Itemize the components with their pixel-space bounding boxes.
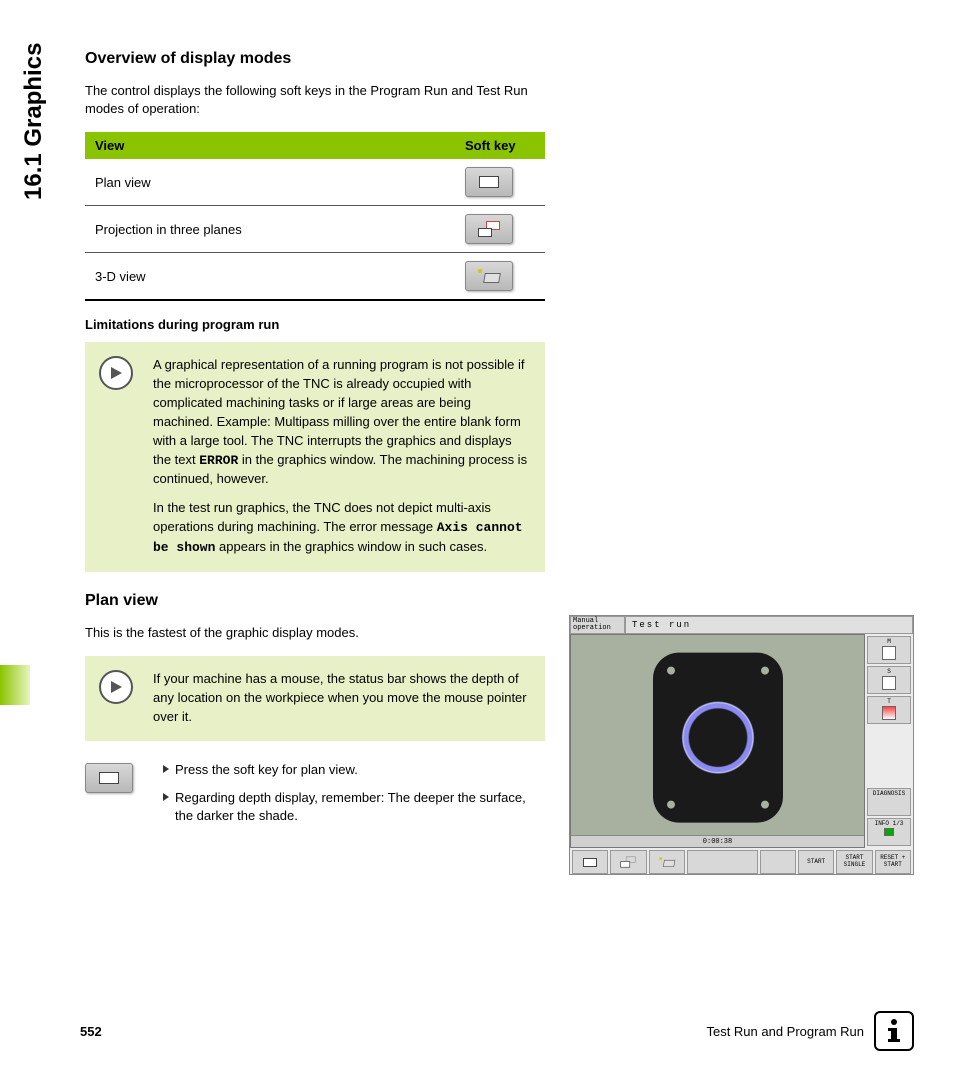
row-label: 3-D view: [85, 253, 455, 301]
scr-sk-3d[interactable]: [649, 850, 685, 874]
th-softkey: Soft key: [455, 132, 545, 159]
scr-info-button[interactable]: INFO 1/3: [867, 818, 911, 846]
page-edge-tab: [0, 665, 30, 705]
scr-diagnosis-button[interactable]: DIAGNOSIS: [867, 788, 911, 816]
scr-m-button[interactable]: M: [867, 636, 911, 664]
section-side-title: 16.1 Graphics: [20, 43, 48, 200]
softkey-projection[interactable]: [465, 214, 513, 244]
step-item: Regarding depth display, remember: The d…: [163, 789, 545, 825]
row-label: Projection in three planes: [85, 206, 455, 253]
overview-intro: The control displays the following soft …: [85, 82, 545, 118]
note-paragraph: A graphical representation of a running …: [153, 356, 529, 489]
page-number: 552: [80, 1024, 102, 1039]
table-row: Plan view: [85, 159, 545, 206]
note-arrow-icon: [99, 670, 133, 704]
scr-t-button[interactable]: T: [867, 696, 911, 724]
table-row: Projection in three planes: [85, 206, 545, 253]
scr-time: 0:00:38: [571, 835, 864, 847]
scr-sk-blank[interactable]: [760, 850, 796, 874]
scr-sk-reset-start[interactable]: RESET + START: [875, 850, 911, 874]
page-footer: 552 Test Run and Program Run: [80, 1011, 914, 1051]
heading-overview: Overview of display modes: [85, 50, 545, 68]
plan-view-intro: This is the fastest of the graphic displ…: [85, 624, 545, 642]
note-paragraph: In the test run graphics, the TNC does n…: [153, 499, 529, 558]
scr-sk-proj[interactable]: [610, 850, 646, 874]
note-text: If your machine has a mouse, the status …: [153, 670, 529, 727]
note-plan-view: If your machine has a mouse, the status …: [85, 656, 545, 741]
scr-sk-start-single[interactable]: START SINGLE: [836, 850, 872, 874]
scr-sk-plan[interactable]: [572, 850, 608, 874]
scr-workpiece: [653, 653, 783, 823]
step-item: Press the soft key for plan view.: [163, 761, 545, 779]
softkey-3d-view[interactable]: [465, 261, 513, 291]
table-row: 3-D view: [85, 253, 545, 301]
scr-sk-start[interactable]: START: [798, 850, 834, 874]
scr-graphics-canvas: 0:00:38: [570, 634, 865, 848]
scr-s-button[interactable]: S: [867, 666, 911, 694]
scr-mode-label: Manual operation: [570, 616, 625, 634]
tnc-screenshot: Manual operation Test run 0:00:38 M S T …: [569, 615, 914, 875]
chapter-label: Test Run and Program Run: [706, 1011, 914, 1051]
scr-title: Test run: [625, 616, 913, 634]
heading-plan-view: Plan view: [85, 592, 545, 610]
th-view: View: [85, 132, 455, 159]
scr-softkey-row: START START SINGLE RESET + START: [570, 848, 913, 874]
subhead-limitations: Limitations during program run: [85, 317, 545, 332]
info-icon: [874, 1011, 914, 1051]
scr-side-panel: M S T DIAGNOSIS INFO 1/3: [865, 634, 913, 848]
softkey-plan-view[interactable]: [465, 167, 513, 197]
note-limitations: A graphical representation of a running …: [85, 342, 545, 571]
note-arrow-icon: [99, 356, 133, 390]
row-label: Plan view: [85, 159, 455, 206]
display-modes-table: View Soft key Plan view Projection in th…: [85, 132, 545, 301]
scr-sk-blank[interactable]: [687, 850, 758, 874]
softkey-plan-view-step[interactable]: [85, 763, 133, 793]
